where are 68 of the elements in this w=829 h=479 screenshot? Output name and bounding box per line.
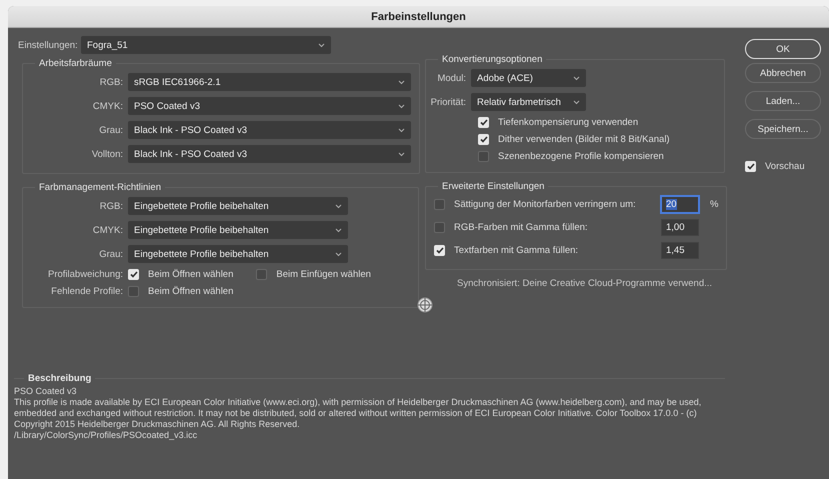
- chevron-down-icon: [398, 104, 405, 108]
- chevron-down-icon: [318, 42, 325, 48]
- chevron-down-icon: [335, 204, 342, 208]
- selected-value: 1,45: [666, 245, 684, 256]
- dialog-button[interactable]: Laden...: [745, 91, 821, 111]
- sync-message: Synchronisiert: Deine Creative Cloud-Programme verwend...: [456, 278, 714, 289]
- dropdown[interactable]: Eingebettete Profile beibehalten: [128, 221, 348, 239]
- field-label: Modul:: [436, 72, 466, 84]
- group-title: Konvertierungsoptionen: [441, 54, 544, 65]
- window-title: Farbeinstellungen: [371, 10, 466, 22]
- chevron-down-icon: [335, 228, 342, 232]
- field-label: Fehlende Profile:: [50, 286, 123, 297]
- selected-value: 20: [666, 199, 677, 210]
- checkbox-label[interactable]: Beim Öffnen wählen: [148, 286, 234, 297]
- chevron-down-icon: [398, 128, 405, 132]
- number-field[interactable]: 1,00: [661, 219, 699, 236]
- dialog-button[interactable]: OK: [745, 39, 821, 59]
- chevron-down-icon: [573, 100, 580, 104]
- field-label: RGB:: [98, 200, 123, 212]
- unit-label: %: [710, 199, 718, 210]
- checkbox-label[interactable]: Dither verwenden (Bilder mit 8 Bit/Kanal): [498, 134, 670, 145]
- field-label: Grau:: [98, 124, 123, 136]
- dropdown[interactable]: Eingebettete Profile beibehalten: [128, 197, 348, 215]
- dropdown[interactable]: Black Ink - PSO Coated v3: [128, 121, 411, 139]
- checkbox-label[interactable]: Sättigung der Monitorfarben verringern um:: [454, 199, 636, 210]
- dropdown[interactable]: PSO Coated v3: [128, 97, 411, 115]
- checkbox-label[interactable]: Vorschau: [765, 161, 805, 172]
- chevron-down-icon: [398, 152, 405, 156]
- chevron-down-icon: [335, 252, 342, 256]
- checkbox[interactable]: [434, 199, 445, 210]
- field-label: CMYK:: [92, 100, 123, 112]
- group-title: Erweiterte Einstellungen: [441, 181, 546, 192]
- group-title: Farbmanagement-Richtlinien: [38, 182, 162, 193]
- field-label: Grau:: [98, 248, 123, 260]
- checkbox-label[interactable]: Tiefenkompensierung verwenden: [498, 117, 638, 128]
- checkbox-label[interactable]: Szenenbezogene Profile kompensieren: [498, 151, 664, 162]
- dropdown[interactable]: sRGB IEC61966-2.1: [128, 73, 411, 91]
- dropdown[interactable]: Adobe (ACE): [471, 69, 586, 87]
- dialog-button[interactable]: Speichern...: [745, 119, 821, 139]
- description-text: This profile is made available by ECI European Color Initiative (www.eci.org), with permission of Heidelberger Druckmaschinen AG (www.heidelberg.com), and may be used, embedded and exchanged without restriction. It may not be distributed, sold or altered without written permission of ECI European Color Initiative. Color Toolbox 17.0.0 - (c) Copyright 2015 Heidelberger Druckmaschinen AG. All Rights Reserved.: [14, 397, 702, 430]
- checkbox[interactable]: [128, 286, 139, 297]
- profile-path: /Library/ColorSync/Profiles/PSOcoated_v3.icc: [14, 430, 198, 441]
- field-label: CMYK:: [92, 224, 123, 236]
- dialog-button[interactable]: Abbrechen: [745, 63, 821, 83]
- field-label: Profilabweichung:: [47, 269, 123, 280]
- checkbox[interactable]: [434, 222, 445, 233]
- chevron-down-icon: [398, 80, 405, 84]
- checkbox[interactable]: [256, 269, 268, 280]
- field-label: Vollton:: [90, 148, 123, 160]
- profile-name: PSO Coated v3: [14, 386, 78, 397]
- dropdown[interactable]: Fogra_51: [81, 36, 331, 54]
- field-label: Einstellungen:: [18, 40, 76, 50]
- checkbox[interactable]: [478, 151, 489, 162]
- checkbox-label[interactable]: Textfarben mit Gamma füllen:: [454, 245, 578, 256]
- number-field[interactable]: 20: [661, 196, 699, 213]
- checkbox-label[interactable]: Beim Einfügen wählen: [276, 269, 371, 280]
- group-title: Arbeitsfarbräume: [38, 58, 113, 69]
- chevron-down-icon: [573, 76, 580, 80]
- dropdown[interactable]: Relativ farbmetrisch: [471, 93, 586, 111]
- field-label: Priorität:: [430, 96, 466, 108]
- number-field[interactable]: 1,45: [661, 242, 699, 259]
- field-label: RGB:: [98, 76, 123, 88]
- group-title: Beschreibung: [27, 373, 92, 384]
- dropdown[interactable]: Black Ink - PSO Coated v3: [128, 145, 411, 163]
- dropdown[interactable]: Eingebettete Profile beibehalten: [128, 245, 348, 263]
- selected-value: 1,00: [666, 222, 684, 233]
- checkbox-label[interactable]: Beim Öffnen wählen: [148, 269, 234, 280]
- checkbox-label[interactable]: RGB-Farben mit Gamma füllen:: [454, 222, 588, 233]
